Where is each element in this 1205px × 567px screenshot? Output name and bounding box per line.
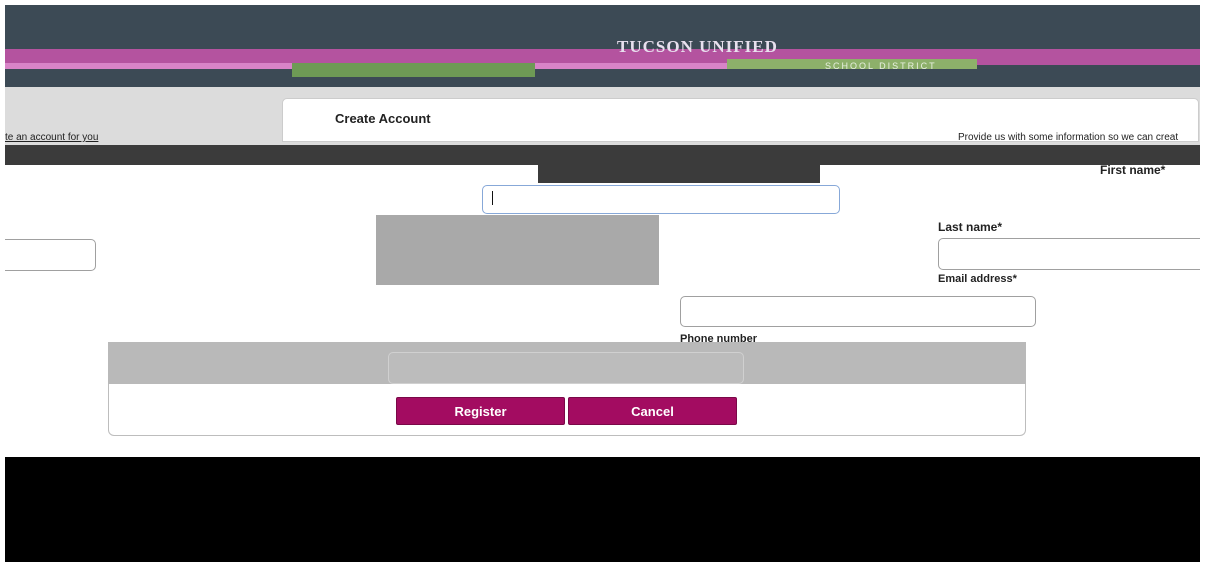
last-name-field[interactable]: [938, 238, 1200, 270]
first-name-field[interactable]: [482, 185, 840, 214]
district-logo[interactable]: TUCSON UNIFIED: [617, 37, 778, 57]
card-title: Create Account: [335, 111, 431, 126]
email-label: Email address*: [938, 273, 1017, 282]
email-field[interactable]: [680, 296, 1036, 327]
intro-text-left: te an account for you: [5, 132, 99, 143]
site-header: [5, 5, 1200, 87]
black-area: [5, 457, 1200, 562]
header-green-button[interactable]: [292, 63, 535, 77]
first-name-label: First name*: [1100, 163, 1166, 177]
left-partial-field[interactable]: [5, 239, 96, 271]
dark-band-block: [538, 145, 820, 183]
intro-text-right: Provide us with some information so we c…: [958, 132, 1179, 143]
phone-label: Phone number: [680, 333, 758, 342]
text-cursor: [492, 191, 493, 205]
gray-block: [376, 215, 659, 285]
app-frame: TUCSON UNIFIED SCHOOL DISTRICT Create Ac…: [5, 5, 1200, 562]
last-name-label: Last name*: [938, 220, 1003, 234]
phone-field[interactable]: [388, 352, 744, 384]
card-footer: [108, 384, 1026, 436]
register-button[interactable]: Register: [396, 397, 565, 425]
cancel-button[interactable]: Cancel: [568, 397, 737, 425]
district-logo-subtext: SCHOOL DISTRICT: [825, 61, 937, 71]
